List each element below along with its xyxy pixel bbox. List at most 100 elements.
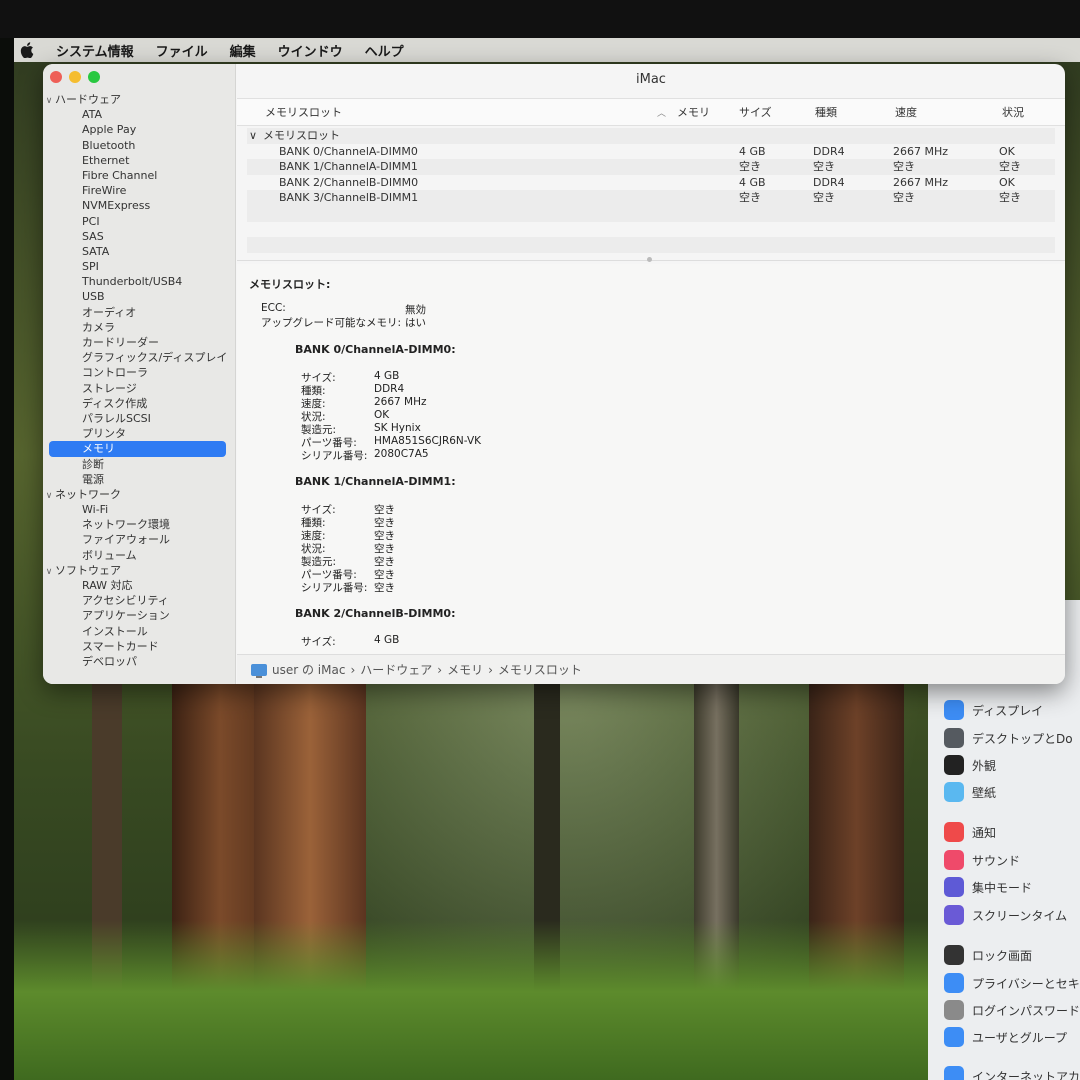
settings-sidebar-item[interactable]: プライバシーとセキ bbox=[944, 973, 1080, 993]
sidebar-item[interactable]: Apple Pay bbox=[43, 122, 236, 137]
split-handle-icon[interactable] bbox=[647, 257, 652, 262]
path-item[interactable]: user の iMac bbox=[272, 661, 345, 678]
path-item[interactable]: メモリ bbox=[447, 661, 483, 678]
close-window-button[interactable] bbox=[50, 71, 62, 83]
settings-item-label: ロック画面 bbox=[972, 948, 1033, 963]
sidebar-item[interactable]: SPI bbox=[43, 259, 236, 274]
column-header-speed[interactable]: 速度 bbox=[895, 104, 917, 120]
sidebar-item-label: Bluetooth bbox=[82, 138, 136, 152]
sidebar-group[interactable]: ∨ ソフトウェア bbox=[43, 563, 236, 578]
settings-sidebar-item[interactable]: サウンド bbox=[944, 850, 1020, 870]
sidebar-group[interactable]: ∨ ネットワーク bbox=[43, 487, 236, 502]
sidebar-item[interactable]: カメラ bbox=[43, 320, 236, 335]
column-header-status[interactable]: 状況 bbox=[1002, 104, 1024, 120]
zoom-window-button[interactable] bbox=[88, 71, 100, 83]
field-value: 4 GB bbox=[374, 370, 400, 382]
sidebar-item[interactable]: FireWire bbox=[43, 183, 236, 198]
sidebar-item-label: ネットワーク環境 bbox=[82, 518, 170, 532]
path-item[interactable]: メモリスロット bbox=[498, 661, 582, 678]
table-row[interactable]: BANK 3/ChannelB-DIMM1 空き 空き 空き 空き bbox=[247, 190, 1055, 206]
settings-sidebar-item[interactable]: スクリーンタイム bbox=[944, 905, 1067, 925]
sidebar-item[interactable]: ネットワーク環境 bbox=[43, 517, 236, 532]
settings-sidebar-item[interactable]: 通知 bbox=[944, 822, 996, 842]
sidebar-item[interactable]: Ethernet bbox=[43, 153, 236, 168]
settings-sidebar-item[interactable]: ユーザとグループ bbox=[944, 1027, 1067, 1047]
table-group-row[interactable]: ∨ メモリスロット bbox=[247, 128, 1055, 144]
sidebar-item[interactable]: デベロッパ bbox=[43, 654, 236, 669]
sidebar-item[interactable]: ストレージ bbox=[43, 381, 236, 396]
sidebar-item[interactable]: アクセシビリティ bbox=[43, 593, 236, 608]
table-row[interactable]: BANK 0/ChannelA-DIMM0 4 GB DDR4 2667 MHz OK bbox=[247, 144, 1055, 160]
main-pane: iMac メモリスロット ︿ メモリ サイズ 種類 速度 状況 ∨ メモリスロッ… bbox=[237, 64, 1065, 684]
sidebar-item[interactable]: パラレルSCSI bbox=[43, 411, 236, 426]
sidebar-item[interactable]: インストール bbox=[43, 624, 236, 639]
chevron-down-icon[interactable]: ∨ bbox=[43, 565, 55, 580]
column-header-slot[interactable]: メモリスロット bbox=[265, 104, 342, 120]
sidebar-item[interactable]: アプリケーション bbox=[43, 608, 236, 623]
chevron-down-icon[interactable]: ∨ bbox=[43, 489, 55, 504]
empty-row bbox=[247, 222, 1055, 238]
column-header-memory[interactable]: メモリ bbox=[677, 104, 710, 120]
sidebar-item[interactable]: コントローラ bbox=[43, 365, 236, 380]
sidebar-item[interactable]: スマートカード bbox=[43, 639, 236, 654]
bank-title: BANK 2/ChannelB-DIMM0: bbox=[295, 607, 456, 620]
sidebar-item[interactable]: ファイアウォール bbox=[43, 532, 236, 547]
sidebar-item[interactable]: ATA bbox=[43, 107, 236, 122]
settings-sidebar-item[interactable]: 外観 bbox=[944, 755, 996, 775]
bank-title: BANK 0/ChannelA-DIMM0: bbox=[295, 343, 456, 356]
menu-edit[interactable]: 編集 bbox=[230, 41, 256, 60]
path-item[interactable]: ハードウェア bbox=[360, 661, 432, 678]
sidebar-item-label: グラフィックス/ディスプレイ bbox=[82, 351, 228, 365]
sidebar-item-label: SAS bbox=[82, 229, 104, 243]
sidebar-item[interactable]: Thunderbolt/USB4 bbox=[43, 274, 236, 289]
sort-ascending-icon[interactable]: ︿ bbox=[657, 106, 666, 119]
sidebar-item[interactable]: RAW 対応 bbox=[43, 578, 236, 593]
apple-logo-icon[interactable] bbox=[20, 42, 34, 58]
settings-sidebar-item[interactable]: 集中モード bbox=[944, 877, 1032, 897]
sidebar-item[interactable]: Fibre Channel bbox=[43, 168, 236, 183]
sidebar-item[interactable]: SATA bbox=[43, 244, 236, 259]
menu-help[interactable]: ヘルプ bbox=[365, 41, 404, 60]
menu-window[interactable]: ウインドウ bbox=[278, 41, 343, 60]
sidebar-item-label: Fibre Channel bbox=[82, 168, 158, 182]
sidebar-item[interactable]: Bluetooth bbox=[43, 138, 236, 153]
sidebar-item[interactable]: メモリ bbox=[49, 441, 226, 457]
table-row[interactable]: BANK 2/ChannelB-DIMM0 4 GB DDR4 2667 MHz OK bbox=[247, 175, 1055, 191]
field-value: OK bbox=[374, 409, 390, 421]
sidebar-item-label: ボリューム bbox=[82, 548, 137, 562]
column-header-size[interactable]: サイズ bbox=[739, 104, 772, 120]
minimize-window-button[interactable] bbox=[69, 71, 81, 83]
table-row[interactable]: BANK 1/ChannelA-DIMM1 空き 空き 空き 空き bbox=[247, 159, 1055, 175]
sidebar-item[interactable]: ボリューム bbox=[43, 548, 236, 563]
sidebar-item[interactable]: カードリーダー bbox=[43, 335, 236, 350]
sidebar-item[interactable]: SAS bbox=[43, 229, 236, 244]
settings-item-label: プライバシーとセキ bbox=[972, 976, 1080, 991]
sidebar-item[interactable]: グラフィックス/ディスプレイ bbox=[43, 350, 236, 365]
chevron-down-icon[interactable]: ∨ bbox=[43, 94, 55, 109]
chevron-down-icon[interactable]: ∨ bbox=[249, 128, 257, 144]
cell-size: 4 GB bbox=[739, 175, 766, 189]
column-header-type[interactable]: 種類 bbox=[815, 104, 837, 120]
sidebar-item[interactable]: オーディオ bbox=[43, 305, 236, 320]
settings-sidebar-item[interactable]: インターネットアカ bbox=[944, 1066, 1080, 1080]
settings-sidebar-item[interactable]: 壁紙 bbox=[944, 782, 996, 802]
sidebar-item[interactable]: 電源 bbox=[43, 472, 236, 487]
settings-sidebar-item[interactable]: ログインパスワード bbox=[944, 1000, 1080, 1020]
settings-sidebar-item[interactable]: デスクトップとDo bbox=[944, 728, 1073, 748]
menu-app-name[interactable]: システム情報 bbox=[56, 41, 134, 60]
sidebar-item-label: アクセシビリティ bbox=[82, 594, 169, 608]
settings-sidebar-item[interactable]: ロック画面 bbox=[944, 945, 1032, 965]
menu-file[interactable]: ファイル bbox=[156, 41, 208, 60]
sidebar-group[interactable]: ∨ ハードウェア bbox=[43, 92, 236, 107]
sidebar-item[interactable]: NVMExpress bbox=[43, 198, 236, 213]
empty-row bbox=[247, 237, 1055, 253]
sidebar-item[interactable]: ディスク作成 bbox=[43, 396, 236, 411]
settings-sidebar-item[interactable]: ディスプレイ bbox=[944, 700, 1043, 720]
sidebar-item[interactable]: 診断 bbox=[43, 457, 236, 472]
settings-item-label: インターネットアカ bbox=[972, 1069, 1080, 1080]
sidebar-item[interactable]: Wi-Fi bbox=[43, 502, 236, 517]
settings-item-label: ディスプレイ bbox=[972, 703, 1044, 718]
sidebar-item[interactable]: PCI bbox=[43, 214, 236, 229]
sidebar-item[interactable]: USB bbox=[43, 289, 236, 304]
sidebar-item[interactable]: プリンタ bbox=[43, 426, 236, 441]
